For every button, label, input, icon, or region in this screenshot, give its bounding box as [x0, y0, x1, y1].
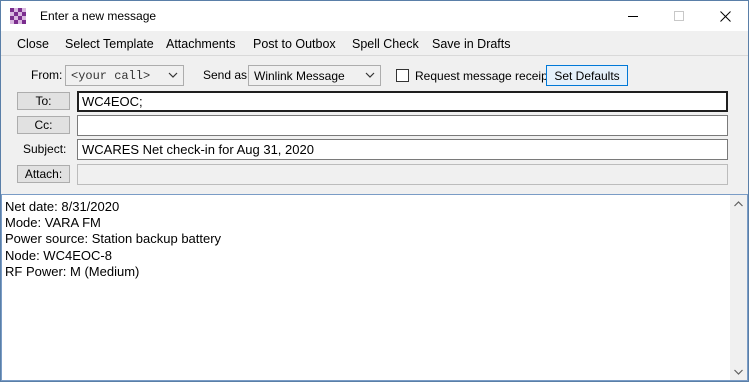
cc-button-label: Cc: — [34, 118, 53, 132]
minimize-button[interactable] — [610, 1, 656, 31]
to-button[interactable]: To: — [17, 92, 70, 110]
from-label: From: — [31, 68, 63, 82]
send-as-label: Send as: — [203, 68, 251, 82]
app-icon — [10, 8, 26, 24]
from-select[interactable]: <your call> — [65, 65, 184, 86]
set-defaults-label: Set Defaults — [554, 68, 620, 83]
scroll-up-button[interactable] — [730, 195, 747, 212]
subject-label: Subject: — [23, 142, 67, 156]
cc-field[interactable] — [77, 115, 728, 136]
maximize-icon — [674, 11, 684, 21]
send-as-select[interactable]: Winlink Message — [248, 65, 381, 86]
message-body-editor[interactable]: Net date: 8/31/2020 Mode: VARA FM Power … — [1, 194, 748, 381]
menu-save-in-drafts[interactable]: Save in Drafts — [432, 37, 511, 51]
set-defaults-button[interactable]: Set Defaults — [546, 65, 628, 86]
to-button-label: To: — [35, 94, 52, 108]
title-bar[interactable]: Enter a new message — [1, 1, 748, 31]
subject-value: WCARES Net check-in for Aug 31, 2020 — [82, 142, 314, 157]
chevron-down-icon — [167, 69, 179, 81]
chevron-up-icon — [734, 200, 743, 206]
request-receipt-label: Request message receipt — [415, 69, 552, 83]
to-field[interactable]: WC4EOC; — [77, 91, 728, 112]
menu-post-to-outbox[interactable]: Post to Outbox — [253, 37, 336, 51]
menu-spell-check[interactable]: Spell Check — [352, 37, 419, 51]
scroll-down-button[interactable] — [730, 363, 747, 380]
send-as-value: Winlink Message — [254, 68, 345, 83]
compose-window: Enter a new message Close Select Templat… — [0, 0, 749, 382]
chevron-down-icon — [734, 369, 743, 375]
message-header-panel: From: <your call> Send as: Winlink Messa… — [1, 57, 748, 193]
to-value: WC4EOC; — [82, 94, 143, 109]
menu-bar: Close Select Template Attachments Post t… — [1, 31, 748, 56]
menu-close[interactable]: Close — [17, 37, 49, 51]
maximize-button[interactable] — [656, 1, 702, 31]
chevron-down-icon — [364, 69, 376, 81]
window-title: Enter a new message — [40, 9, 157, 23]
vertical-scrollbar[interactable] — [730, 195, 747, 380]
cc-button[interactable]: Cc: — [17, 116, 70, 134]
close-window-button[interactable] — [702, 1, 748, 31]
menu-attachments[interactable]: Attachments — [166, 37, 235, 51]
close-icon — [719, 10, 731, 22]
subject-field[interactable]: WCARES Net check-in for Aug 31, 2020 — [77, 139, 728, 160]
minimize-icon — [628, 15, 638, 17]
from-value: <your call> — [71, 68, 151, 83]
attach-field — [77, 164, 728, 185]
request-receipt-checkbox[interactable] — [396, 69, 409, 82]
attach-button[interactable]: Attach: — [17, 165, 70, 183]
message-body-text: Net date: 8/31/2020 Mode: VARA FM Power … — [5, 199, 222, 279]
menu-select-template[interactable]: Select Template — [65, 37, 154, 51]
attach-button-label: Attach: — [24, 167, 63, 181]
